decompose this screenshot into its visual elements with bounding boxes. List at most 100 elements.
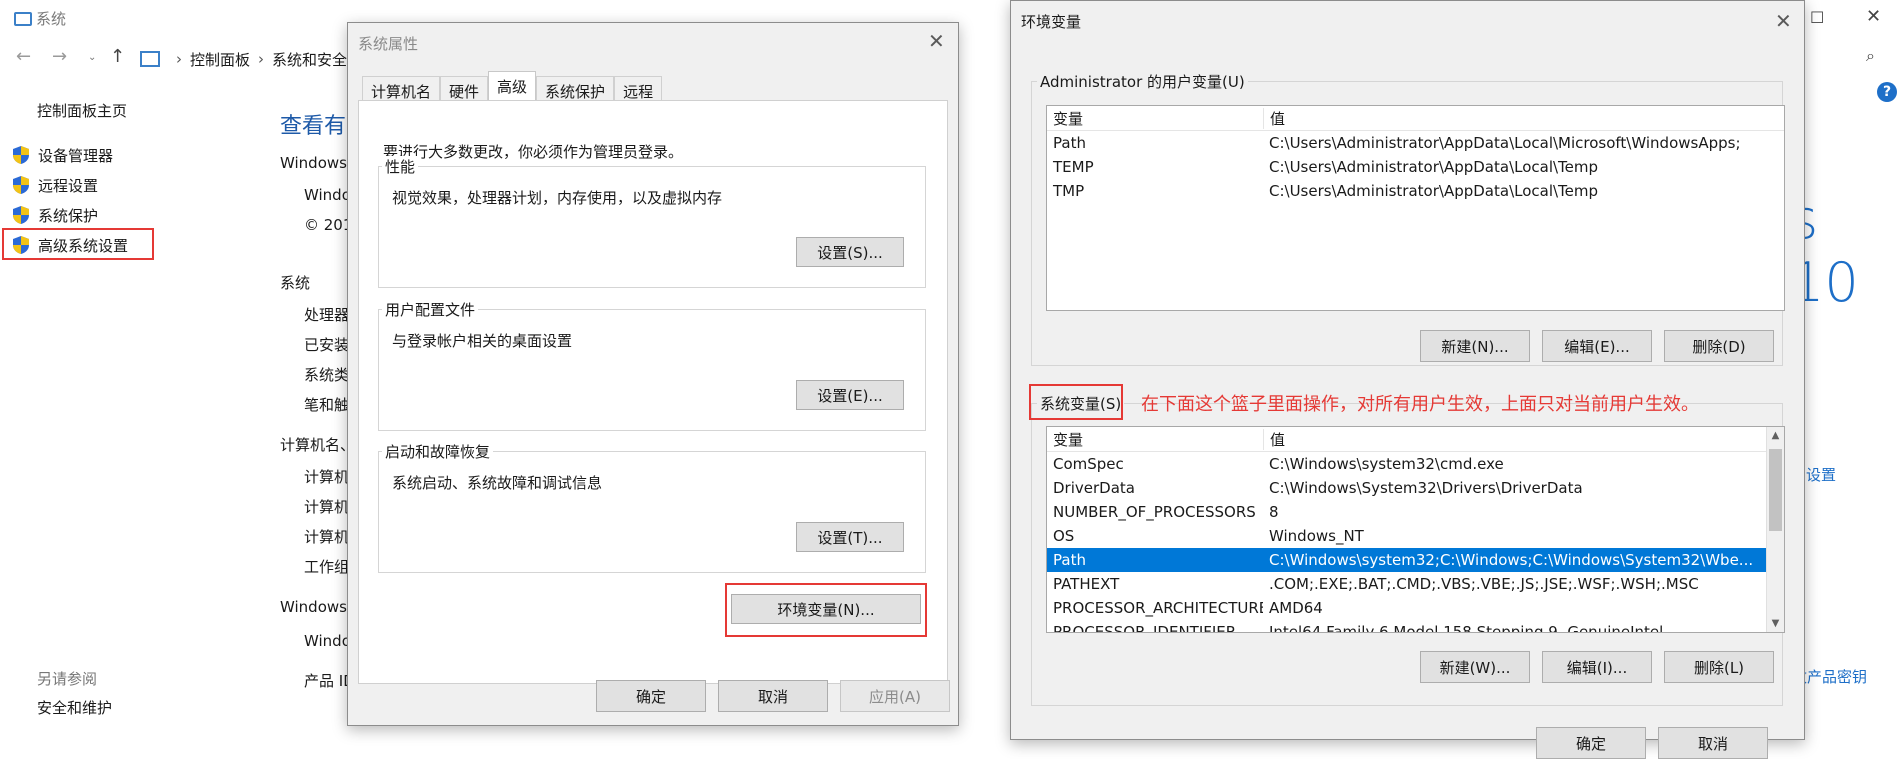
group-label: 性能 [382,156,419,177]
dialog-title: 系统属性 [358,35,419,53]
system-new-button[interactable]: 新建(W)... [1420,651,1530,683]
breadcrumb-system-security[interactable]: 系统和安全 [272,49,347,70]
variable-name: NUMBER_OF_PROCESSORS [1053,503,1256,521]
group-label: Administrator 的用户变量(U) [1037,71,1248,92]
group-description: 视觉效果，处理器计划，内存使用，以及虚拟内存 [392,189,723,207]
remote-settings-link[interactable]: 远程设置 [12,174,98,196]
info-label: Windo [304,632,351,650]
control-panel-icon [140,51,160,67]
variable-value: C:\Users\Administrator\AppData\Local\Tem… [1269,182,1599,200]
security-maintenance-link[interactable]: 安全和维护 [37,697,112,718]
close-icon[interactable]: ✕ [1775,9,1792,33]
performance-settings-button[interactable]: 设置(S)... [796,237,904,267]
user-edit-button[interactable]: 编辑(E)... [1542,330,1652,362]
apply-button[interactable]: 应用(A) [840,680,950,712]
change-settings-link[interactable]: 设置 [1806,464,1836,485]
variable-value: Intel64 Family 6 Model 158 Stepping 9, G… [1269,623,1664,633]
list-item[interactable]: DriverData C:\Windows\System32\Drivers\D… [1047,476,1766,500]
help-icon[interactable]: ? [1877,82,1897,102]
dialog-title: 环境变量 [1021,13,1082,31]
back-arrow-icon[interactable]: ← [16,46,31,67]
close-icon[interactable]: ✕ [928,29,945,53]
group-description: 系统启动、系统故障和调试信息 [392,474,603,492]
info-label: 系统类 [304,366,350,384]
windows-10-logo-text: s 10 [1790,188,1859,314]
ok-button[interactable]: 确定 [1536,727,1646,759]
performance-group [378,166,926,288]
system-variables-list[interactable]: 变量 值 ComSpec C:\Windows\system32\cmd.exe… [1046,426,1785,633]
cancel-button[interactable]: 取消 [1658,727,1768,759]
scroll-thumb[interactable] [1769,449,1782,531]
list-item[interactable]: OS Windows_NT [1047,524,1766,548]
list-content: 变量 值 ComSpec C:\Windows\system32\cmd.exe… [1047,427,1766,633]
tab-system-protection[interactable]: 系统保护 [536,76,615,101]
user-delete-button[interactable]: 删除(D) [1664,330,1774,362]
variable-name: Path [1053,551,1086,569]
vertical-scrollbar[interactable]: ▲ ▼ [1766,427,1784,632]
close-icon[interactable]: ✕ [1866,6,1881,27]
system-delete-button[interactable]: 删除(L) [1664,651,1774,683]
cancel-button[interactable]: 取消 [718,680,828,712]
address-bar[interactable]: › 控制面板 › 系统和安全 [140,48,347,70]
user-profiles-group [378,309,926,431]
tab-computer-name[interactable]: 计算机名 [362,76,441,101]
list-item[interactable]: ComSpec C:\Windows\system32\cmd.exe [1047,452,1766,476]
group-label: 用户配置文件 [382,299,479,320]
annotation-text: 在下面这个篮子里面操作，对所有用户生效，上面只对当前用户生效。 [1141,394,1699,415]
variable-name: TEMP [1053,158,1094,176]
list-item[interactable]: PROCESSOR_IDENTIFIER Intel64 Family 6 Mo… [1047,620,1766,633]
system-edit-button[interactable]: 编辑(I)... [1542,651,1652,683]
variable-name: PROCESSOR_IDENTIFIER [1053,623,1237,633]
list-item[interactable]: Path C:\Users\Administrator\AppData\Loca… [1047,131,1784,155]
maximize-icon[interactable]: ☐ [1810,8,1824,27]
recent-pages-chevron-icon[interactable]: ⌄ [88,52,96,63]
variable-name: OS [1053,527,1075,545]
user-new-button[interactable]: 新建(N)... [1420,330,1530,362]
user-profiles-settings-button[interactable]: 设置(E)... [796,380,904,410]
computer-icon [14,12,32,26]
tab-remote[interactable]: 远程 [614,76,663,101]
list-item-selected[interactable]: Path C:\Windows\system32;C:\Windows;C:\W… [1047,548,1766,572]
group-label: 启动和故障恢复 [382,441,494,462]
breadcrumb-chevron-icon: › [258,50,265,68]
info-label: © 201 [304,216,353,234]
scroll-down-icon[interactable]: ▼ [1767,618,1784,629]
shield-icon [12,145,30,165]
control-panel-home-link[interactable]: 控制面板主页 [37,100,127,121]
variable-name: PATHEXT [1053,575,1120,593]
variable-name: DriverData [1053,479,1135,497]
list-item[interactable]: TEMP C:\Users\Administrator\AppData\Loca… [1047,155,1784,179]
admin-note: 要进行大多数更改，你必须作为管理员登录。 [383,143,684,161]
shield-icon [12,205,30,225]
breadcrumb-control-panel[interactable]: 控制面板 [190,49,250,70]
shield-icon [12,175,30,195]
startup-recovery-group [378,451,926,573]
scroll-up-icon[interactable]: ▲ [1767,430,1784,441]
list-item[interactable]: PATHEXT .COM;.EXE;.BAT;.CMD;.VBS;.VBE;.J… [1047,572,1766,596]
up-arrow-icon[interactable]: ↑ [110,46,125,67]
tab-hardware[interactable]: 硬件 [440,76,489,101]
search-icon[interactable]: ⌕ [1866,46,1875,66]
list-item[interactable]: PROCESSOR_ARCHITECTURE AMD64 [1047,596,1766,620]
startup-recovery-settings-button[interactable]: 设置(T)... [796,522,904,552]
tab-advanced[interactable]: 高级 [488,71,537,101]
list-item[interactable]: NUMBER_OF_PROCESSORS 8 [1047,500,1766,524]
device-manager-link[interactable]: 设备管理器 [12,144,113,166]
section-heading: 计算机名、 [280,436,356,454]
variable-value: Windows_NT [1269,527,1364,545]
list-item[interactable]: TMP C:\Users\Administrator\AppData\Local… [1047,179,1784,203]
column-header-value[interactable]: 值 [1263,107,1784,129]
column-header-variable[interactable]: 变量 [1047,429,1263,450]
info-label: 计算机 [304,498,350,516]
variable-value: C:\Windows\system32\cmd.exe [1269,455,1504,473]
environment-variables-dialog: 环境变量 ✕ Administrator 的用户变量(U) 变量 值 Path … [1010,0,1805,759]
system-protection-link[interactable]: 系统保护 [12,204,98,226]
ok-button[interactable]: 确定 [596,680,706,712]
forward-arrow-icon[interactable]: → [52,46,67,67]
column-header-variable[interactable]: 变量 [1047,108,1263,129]
user-variables-list[interactable]: 变量 值 Path C:\Users\Administrator\AppData… [1046,105,1785,311]
info-label: 已安装 [304,336,350,354]
column-header-value[interactable]: 值 [1263,428,1766,450]
info-label: 处理器 [304,306,350,324]
variable-value: 8 [1269,503,1279,521]
